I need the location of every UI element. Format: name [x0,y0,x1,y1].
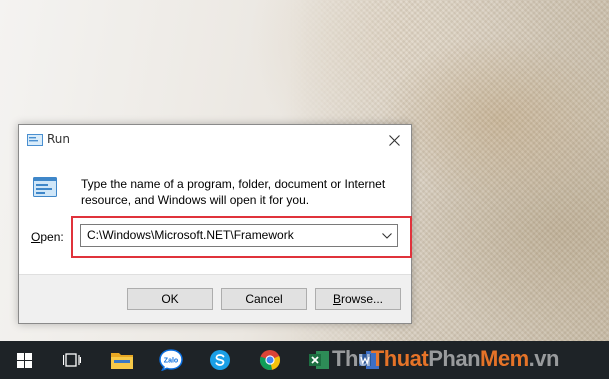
dialog-footer: OK Cancel Browse... [19,274,411,323]
zalo-text: Zalo [164,358,178,365]
zalo-button[interactable]: Zalo [147,341,195,379]
open-label-accel: O [31,230,41,244]
chrome-button[interactable] [246,341,294,379]
open-label-text: pen: [40,230,64,244]
browse-text: rowse... [341,292,384,306]
excel-button[interactable] [295,341,343,379]
title-bar[interactable]: Run [19,125,411,155]
ok-button[interactable]: OK [127,288,213,310]
task-view-icon [63,353,81,367]
open-combobox[interactable]: C:\Windows\Microsoft.NET\Framework [80,224,398,247]
task-view-button[interactable] [48,341,96,379]
dialog-title: Run [47,132,71,146]
close-icon [388,134,400,146]
chrome-icon [260,350,281,371]
windows-start-icon [16,352,32,368]
close-button[interactable] [377,125,411,155]
dialog-description: Type the name of a program, folder, docu… [81,177,386,207]
word-icon [359,351,379,369]
browse-button[interactable]: Browse... [315,288,401,310]
zalo-icon: Zalo [159,349,183,371]
start-button[interactable] [0,341,48,379]
open-label: Open: [31,230,64,244]
skype-button[interactable] [196,341,244,379]
run-dialog: Run Type the name of a program, folder, … [18,124,412,324]
skype-icon [210,350,230,370]
cancel-button[interactable]: Cancel [221,288,307,310]
taskbar: Zalo [0,341,609,379]
excel-icon [309,351,329,369]
chevron-down-icon [382,232,392,239]
browse-accel: B [332,292,341,306]
word-button[interactable] [345,341,393,379]
file-explorer-button[interactable] [98,341,146,379]
open-input[interactable]: C:\Windows\Microsoft.NET\Framework [87,228,294,242]
run-icon [27,134,43,146]
file-explorer-icon [111,353,133,369]
dropdown-button[interactable] [377,225,397,246]
run-app-icon [33,177,57,197]
